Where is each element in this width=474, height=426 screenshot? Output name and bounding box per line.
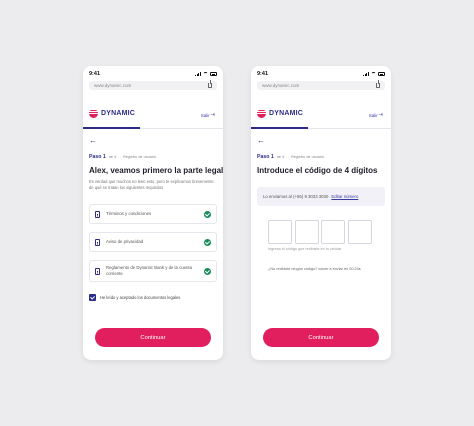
document-card-regulation[interactable]: Reglamento de Dynamic Bank y de la cuent… <box>89 260 217 282</box>
brand-name: DYNAMIC <box>269 110 304 117</box>
share-icon[interactable] <box>376 79 380 88</box>
step-number: Paso 1 <box>257 154 274 160</box>
url-bar[interactable]: www.dynamic.com <box>89 79 217 90</box>
status-icons <box>363 72 385 76</box>
exit-arrow-icon: ⇥ <box>210 112 215 118</box>
brand-name: DYNAMIC <box>101 110 136 117</box>
document-icon <box>95 267 100 275</box>
progress-underline <box>83 127 140 129</box>
continue-button[interactable]: Continuar <box>95 328 211 347</box>
brand-header: DYNAMIC Salir ⇥ <box>83 105 223 129</box>
battery-icon <box>378 72 385 76</box>
arrow-left-icon[interactable]: ← <box>89 137 97 145</box>
dynamic-logo-icon <box>257 109 266 118</box>
step-name: Registro de usuario <box>123 155 157 159</box>
consent-checkbox[interactable] <box>89 294 96 301</box>
document-label: Reglamento de Dynamic Bank y de la cuent… <box>106 265 192 276</box>
consent-label: He leído y aceptado los documentos legal… <box>100 295 181 300</box>
url-bar[interactable]: www.dynamic.com <box>257 79 385 90</box>
page-title: Introduce el código de 4 dígitos <box>257 166 378 175</box>
battery-icon <box>210 72 217 76</box>
step-of: de 4 <box>108 155 117 159</box>
wifi-icon <box>371 72 376 76</box>
phone-screen-code: 9:41 www.dynamic.com DYNAMIC Salir ⇥ ← P… <box>251 66 391 360</box>
code-digit-4[interactable] <box>347 220 372 244</box>
consent-row[interactable]: He leído y aceptado los documentos legal… <box>89 294 217 301</box>
share-icon[interactable] <box>208 79 212 88</box>
phone-info-box: Lo enviamos al (+56) 9 3033 3030 Editar … <box>257 187 385 206</box>
exit-link[interactable]: Salir ⇥ <box>369 112 383 118</box>
code-digit-1[interactable] <box>268 220 292 244</box>
status-bar: 9:41 <box>257 70 385 78</box>
phone-screen-legal: 9:41 www.dynamic.com DYNAMIC Salir ⇥ ← P… <box>83 66 223 360</box>
signal-icon <box>363 72 369 76</box>
continue-button[interactable]: Continuar <box>263 328 379 347</box>
page-title: Alex, veamos primero la parte legal <box>89 166 223 175</box>
document-card-privacy[interactable]: Aviso de privacidad <box>89 232 217 252</box>
status-time: 9:41 <box>257 71 269 77</box>
check-circle-icon <box>204 238 211 246</box>
exit-arrow-icon: ⇥ <box>378 112 383 118</box>
edit-number-link[interactable]: Editar número <box>331 194 358 199</box>
code-helper-text: Ingresa el código que recibiste en tu ce… <box>268 247 342 251</box>
check-circle-icon <box>204 210 211 218</box>
step-name: Registro de usuario <box>291 155 325 159</box>
status-bar: 9:41 <box>89 70 217 78</box>
document-label: Aviso de privacidad <box>106 239 144 245</box>
step-number: Paso 1 <box>89 154 106 160</box>
step-of: de 4 <box>276 155 285 159</box>
code-input-group <box>268 220 372 244</box>
progress-underline <box>251 127 308 129</box>
exit-label: Salir <box>368 112 378 118</box>
dynamic-logo-icon <box>89 109 98 118</box>
document-icon <box>95 210 100 218</box>
resend-text[interactable]: ¿No recibiste ningún código? volver a en… <box>268 267 361 271</box>
status-time: 9:41 <box>89 71 101 77</box>
document-card-terms[interactable]: Términos y condiciones <box>89 204 217 224</box>
url-text: www.dynamic.com <box>262 82 300 88</box>
sent-to-text: Lo enviamos al (+56) 9 3033 3030 <box>263 194 329 199</box>
code-digit-2[interactable] <box>294 220 319 244</box>
wifi-icon <box>203 72 208 76</box>
code-digit-3[interactable] <box>321 220 345 244</box>
exit-label: Salir <box>200 112 210 118</box>
exit-link[interactable]: Salir ⇥ <box>201 112 215 118</box>
document-icon <box>95 238 100 246</box>
page-subtitle: Es verdad que muchos no leen esto, pero … <box>89 179 214 190</box>
step-indicator: Paso 1 de 4 Registro de usuario <box>89 154 156 160</box>
brand-header: DYNAMIC Salir ⇥ <box>251 105 391 129</box>
check-circle-icon <box>204 267 211 275</box>
document-label: Términos y condiciones <box>106 211 152 217</box>
step-indicator: Paso 1 de 4 Registro de usuario <box>257 154 324 160</box>
arrow-left-icon[interactable]: ← <box>257 137 265 145</box>
url-text: www.dynamic.com <box>94 82 132 88</box>
signal-icon <box>195 72 201 76</box>
status-icons <box>195 72 217 76</box>
